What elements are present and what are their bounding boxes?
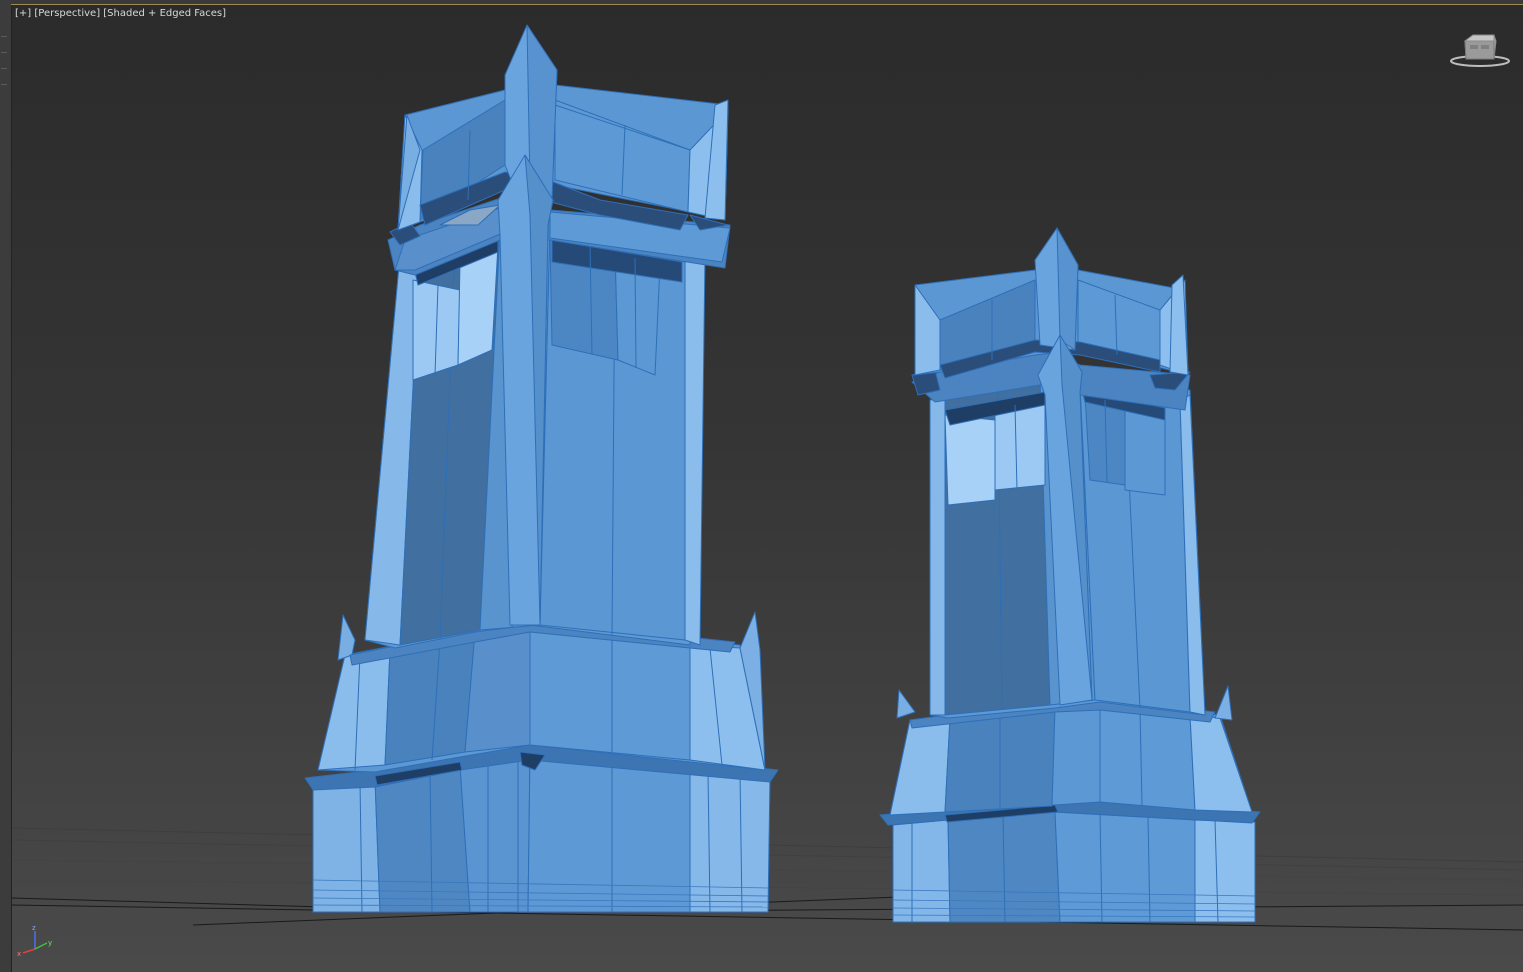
- perspective-viewport[interactable]: [+] [Perspective] [Shaded + Edged Faces]…: [12, 5, 1523, 972]
- viewport-shading-menu[interactable]: [Shaded + Edged Faces]: [103, 8, 226, 19]
- scene-canvas[interactable]: [12, 5, 1523, 972]
- axis-tripod-icon: z x y: [15, 923, 55, 963]
- right-tower-mesh[interactable]: [879, 227, 1261, 923]
- 3dsmax-app: [+] [Perspective] [Shaded + Edged Faces]…: [0, 0, 1523, 972]
- axis-x-label: x: [17, 950, 21, 958]
- axis-z-label: z: [32, 924, 36, 932]
- viewport-plus-menu[interactable]: [+]: [15, 8, 31, 19]
- strip-tick: [1, 68, 7, 69]
- viewport-pov-menu[interactable]: [Perspective]: [34, 8, 100, 19]
- view-cube-icon[interactable]: [1448, 31, 1512, 71]
- strip-tick: [1, 84, 7, 85]
- strip-tick: [1, 36, 7, 37]
- viewport-label[interactable]: [+] [Perspective] [Shaded + Edged Faces]: [15, 8, 226, 19]
- axis-y-label: y: [48, 939, 52, 947]
- left-tower-mesh[interactable]: [304, 24, 779, 913]
- left-toolbar-strip: [0, 0, 12, 972]
- strip-tick: [1, 52, 7, 53]
